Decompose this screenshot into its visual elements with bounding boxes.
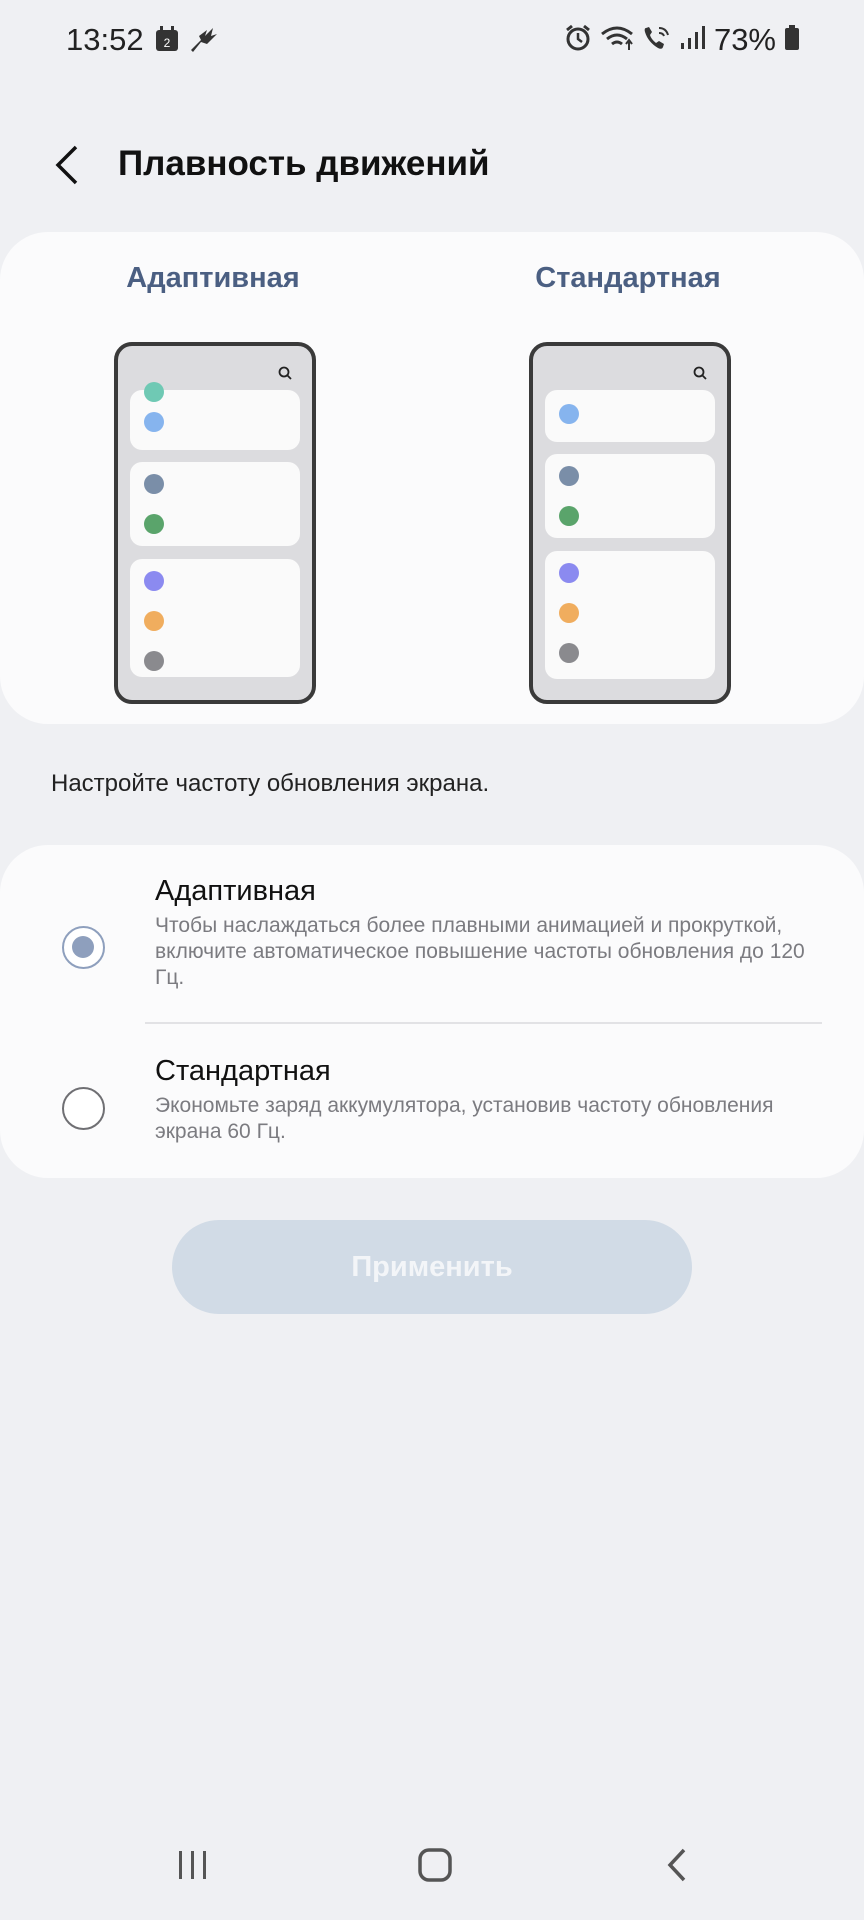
dot [559, 603, 579, 623]
home-icon [418, 1848, 452, 1882]
wifi-icon [600, 24, 634, 57]
dot [559, 404, 579, 424]
radio-standard[interactable] [62, 1087, 105, 1130]
dot [144, 571, 164, 591]
recent-apps-icon [179, 1851, 206, 1879]
option-standard-description: Экономьте заряд аккумулятора, установив … [155, 1094, 774, 1143]
mini-card [545, 454, 715, 538]
dot [144, 412, 164, 432]
divider [145, 1022, 822, 1024]
adaptive-preview: Адаптивная [114, 262, 334, 704]
wifi-call-icon [642, 24, 672, 57]
options-card: Адаптивная Чтобы наслаждаться более плав… [0, 845, 864, 1178]
alarm-icon [564, 24, 592, 57]
top-bar: Плавность движений [0, 130, 864, 200]
apply-button[interactable]: Применить [172, 1220, 692, 1314]
back-button[interactable] [40, 138, 94, 192]
signal-icon [680, 25, 706, 56]
mini-card [130, 462, 300, 546]
battery-percent: 73% [713, 22, 776, 57]
option-adaptive-description: Чтобы наслаждаться более плавными анимац… [155, 914, 805, 989]
dot [144, 651, 164, 671]
standard-preview-label: Стандартная [535, 262, 721, 294]
phone-illustration-standard [529, 342, 731, 704]
recent-apps-button[interactable] [163, 1840, 223, 1890]
mini-card [545, 390, 715, 442]
option-adaptive-title: Адаптивная [155, 875, 316, 907]
home-button[interactable] [405, 1840, 465, 1890]
mini-card [545, 551, 715, 679]
chevron-left-icon [55, 145, 78, 185]
dot [559, 643, 579, 663]
battery-icon [784, 24, 800, 56]
feather-icon [189, 26, 219, 57]
mini-card [130, 559, 300, 677]
nav-back-button[interactable] [647, 1840, 707, 1890]
dot [559, 466, 579, 486]
standard-preview: Стандартная [529, 262, 749, 704]
preview-card: Адаптивная Стандартная [0, 232, 864, 724]
option-standard[interactable]: Стандартная Экономьте заряд аккумулятора… [0, 1055, 864, 1165]
hint-text: Настройте частоту обновления экрана. [51, 770, 490, 797]
dot [144, 474, 164, 494]
search-icon [278, 366, 292, 385]
dot [559, 506, 579, 526]
phone-illustration-adaptive [114, 342, 316, 704]
search-icon [693, 366, 707, 385]
page-title: Плавность движений [118, 144, 490, 183]
calendar-number: 2 [164, 36, 171, 50]
dot [144, 514, 164, 534]
adaptive-preview-label: Адаптивная [126, 262, 300, 294]
option-adaptive[interactable]: Адаптивная Чтобы наслаждаться более плав… [0, 875, 864, 1015]
status-time: 13:52 [66, 22, 144, 57]
navigation-bar [0, 1830, 864, 1900]
option-standard-title: Стандартная [155, 1055, 331, 1087]
dot [559, 563, 579, 583]
mini-card [130, 382, 300, 450]
dot [144, 611, 164, 631]
calendar-icon: 2 [155, 26, 179, 57]
dot [144, 382, 164, 402]
radio-adaptive[interactable] [62, 926, 105, 969]
status-bar: 13:52 2 73% [0, 0, 864, 80]
back-icon [667, 1848, 686, 1882]
